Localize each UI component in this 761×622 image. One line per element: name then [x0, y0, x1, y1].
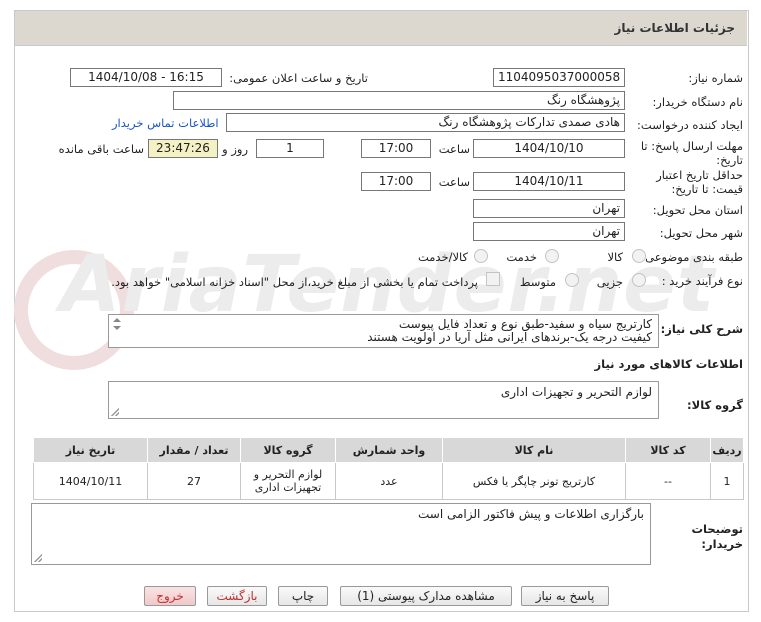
- process-option-medium: متوسط: [519, 275, 556, 289]
- buyer-field: پژوهشگاه رنگ: [173, 91, 625, 110]
- category-radio-service[interactable]: [545, 249, 559, 263]
- exit-button[interactable]: خروج: [144, 586, 196, 606]
- col-date: تاریخ نیاز: [33, 437, 148, 463]
- col-name: نام کالا: [442, 437, 626, 463]
- process-label: نوع فرآیند خرید :: [661, 274, 743, 288]
- validity-label-2: قیمت: تا تاریخ:: [671, 182, 743, 196]
- page-title: جزئیات اطلاعات نیاز: [614, 21, 735, 35]
- city-field: تهران: [473, 222, 625, 241]
- process-radio-medium[interactable]: [565, 273, 579, 287]
- category-radio-goods-service[interactable]: [474, 249, 488, 263]
- province-label: استان محل تحویل:: [652, 203, 743, 217]
- deadline-date-field: 1404/10/10: [473, 139, 625, 158]
- col-code: کد کالا: [625, 437, 711, 463]
- col-qty: تعداد / مقدار: [147, 437, 241, 463]
- cell-qty: 27: [147, 462, 241, 500]
- view-attachments-button[interactable]: مشاهده مدارک پیوستی (1): [340, 586, 512, 606]
- category-option-goods-service: کالا/خدمت: [417, 250, 468, 264]
- resize-grip-icon[interactable]: [111, 408, 119, 416]
- deadline-label-2: تاریخ:: [716, 153, 743, 167]
- remaining-label: ساعت باقی مانده: [58, 142, 144, 156]
- buyer-contact-link[interactable]: اطلاعات تماس خریدار: [112, 116, 219, 130]
- buyer-notes-text: بارگزاری اطلاعات و پیش فاکتور الزامی است: [417, 507, 644, 521]
- deadline-time-label: ساعت: [438, 142, 470, 156]
- col-unit: واحد شمارش: [335, 437, 443, 463]
- category-option-service: خدمت: [506, 250, 537, 264]
- buyer-notes-field: بارگزاری اطلاعات و پیش فاکتور الزامی است: [31, 503, 651, 565]
- goods-group-value: لوازم التحریر و تجهیزات اداری: [500, 385, 652, 399]
- scroll-arrows-icon[interactable]: [111, 316, 123, 332]
- cell-group: لوازم التحریر و تجهیزات اداری: [240, 462, 336, 500]
- description-label: شرح کلی نیاز:: [660, 322, 743, 336]
- validity-date-field: 1404/10/11: [473, 172, 625, 191]
- table-row[interactable]: 1 -- کارتریج تونر چاپگر یا فکس عدد لوازم…: [33, 462, 744, 500]
- goods-group-label: گروه کالا:: [687, 398, 743, 412]
- need-number-label: شماره نیاز:: [688, 71, 743, 85]
- buyer-label: نام دستگاه خریدار:: [652, 95, 743, 109]
- creator-label: ایجاد کننده درخواست:: [637, 118, 743, 132]
- print-button[interactable]: چاپ: [278, 586, 328, 606]
- remaining-time-field: 23:47:26: [148, 139, 218, 158]
- back-button[interactable]: بازگشت: [207, 586, 267, 606]
- resize-grip-icon[interactable]: [34, 554, 42, 562]
- days-label: روز و: [222, 142, 248, 156]
- description-textarea[interactable]: کارتریج سیاه و سفید-طبق نوع و تعداد فایل…: [108, 314, 659, 348]
- process-option-small: جزیی: [596, 275, 623, 289]
- validity-label: حداقل تاریخ اعتبار: [656, 168, 743, 182]
- deadline-label: مهلت ارسال پاسخ: تا: [640, 139, 743, 153]
- goods-section-title: اطلاعات کالاهای مورد نیاز: [594, 357, 743, 371]
- cell-unit: عدد: [335, 462, 443, 500]
- buyer-notes-label: توضیحات: [691, 522, 744, 536]
- col-row: ردیف: [710, 437, 744, 463]
- cell-name: کارتریج تونر چاپگر یا فکس: [442, 462, 626, 500]
- need-number-field: 1104095037000058: [493, 68, 625, 87]
- col-group: گروه کالا: [240, 437, 336, 463]
- city-label: شهر محل تحویل:: [659, 226, 743, 240]
- category-radio-goods[interactable]: [632, 249, 646, 263]
- goods-group-field: لوازم التحریر و تجهیزات اداری: [108, 381, 659, 419]
- cell-row: 1: [710, 462, 744, 500]
- province-field: تهران: [473, 199, 625, 218]
- announce-label: تاریخ و ساعت اعلان عمومی:: [229, 71, 368, 85]
- table-header-row: ردیف کد کالا نام کالا واحد شمارش گروه کا…: [33, 437, 744, 463]
- cell-date: 1404/10/11: [33, 462, 148, 500]
- days-field: 1: [256, 139, 324, 158]
- description-line-2: کیفیت درجه یک-برندهای ایرانی مثل آریا در…: [367, 330, 652, 344]
- treasury-checkbox[interactable]: [486, 272, 500, 286]
- validity-time-label: ساعت: [438, 175, 470, 189]
- announce-datetime-field: 1404/10/08 - 16:15: [70, 68, 222, 87]
- cell-code: --: [625, 462, 711, 500]
- validity-time-field: 17:00: [361, 172, 431, 191]
- process-radio-small[interactable]: [632, 273, 646, 287]
- payment-note: پرداخت تمام یا بخشی از مبلغ خرید،از محل …: [111, 275, 478, 289]
- items-table: ردیف کد کالا نام کالا واحد شمارش گروه کا…: [33, 437, 744, 500]
- page-header: جزئیات اطلاعات نیاز: [15, 11, 747, 46]
- category-label: طبقه بندی موضوعی:: [641, 250, 743, 264]
- category-option-goods: کالا: [607, 250, 623, 264]
- buyer-notes-label-2: خریدار:: [701, 537, 743, 551]
- creator-field: هادی صمدی تدارکات پژوهشگاه رنگ: [226, 113, 625, 132]
- deadline-time-field: 17:00: [361, 139, 431, 158]
- reply-button[interactable]: پاسخ به نیاز: [521, 586, 609, 606]
